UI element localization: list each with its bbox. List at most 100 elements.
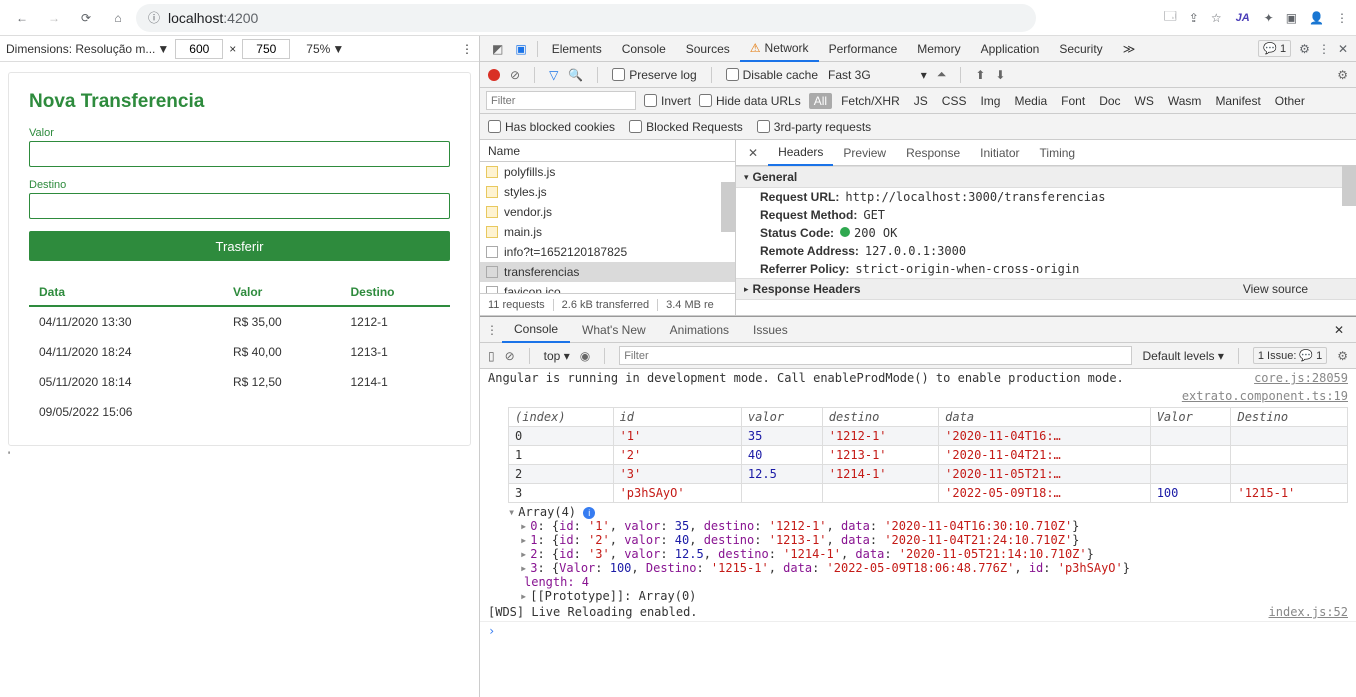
forward-button[interactable]: →: [40, 4, 68, 32]
invert-check[interactable]: Invert: [644, 94, 691, 108]
third-party-check[interactable]: 3rd-party requests: [757, 120, 871, 134]
valor-input[interactable]: [29, 141, 450, 167]
console-output[interactable]: Angular is running in development mode. …: [480, 369, 1356, 697]
home-button[interactable]: ⌂: [104, 4, 132, 32]
drawer-tab-issues[interactable]: Issues: [741, 317, 800, 343]
tab-memory[interactable]: Memory: [907, 36, 970, 62]
extensions-icon[interactable]: ✦: [1264, 11, 1274, 25]
object-expand[interactable]: 3: {Valor: 100, Destino: '1215-1', data:…: [480, 561, 1356, 575]
height-input[interactable]: [242, 39, 290, 59]
detail-scrollbar[interactable]: [1342, 166, 1356, 206]
destino-input[interactable]: [29, 193, 450, 219]
filter-doc[interactable]: Doc: [1094, 93, 1125, 109]
log-levels-select[interactable]: Default levels ▾: [1142, 349, 1223, 363]
settings-icon[interactable]: ⚙: [1299, 42, 1310, 56]
drawer-tab-what-s-new[interactable]: What's New: [570, 317, 658, 343]
search-icon[interactable]: 🔍: [568, 68, 583, 82]
filter-other[interactable]: Other: [1270, 93, 1310, 109]
filter-media[interactable]: Media: [1009, 93, 1052, 109]
tab-performance[interactable]: Performance: [819, 36, 908, 62]
console-sidebar-icon[interactable]: ▯: [488, 349, 495, 363]
hide-data-urls-check[interactable]: Hide data URLs: [699, 94, 801, 108]
request-row[interactable]: transferencias: [480, 262, 735, 282]
request-scrollbar[interactable]: [721, 182, 735, 232]
detail-tab-preview[interactable]: Preview: [833, 140, 896, 166]
source-link[interactable]: index.js:52: [1269, 605, 1348, 619]
source-link[interactable]: extrato.component.ts:19: [1182, 389, 1348, 403]
console-menu-icon[interactable]: ⋮: [486, 323, 498, 337]
tab-elements[interactable]: Elements: [542, 36, 612, 62]
view-source-link[interactable]: View source: [1243, 282, 1348, 296]
url-bar[interactable]: ⓘ localhost:4200: [136, 4, 1036, 32]
filter-css[interactable]: CSS: [937, 93, 972, 109]
object-expand[interactable]: 1: {id: '2', valor: 40, destino: '1213-1…: [480, 533, 1356, 547]
detail-tab-response[interactable]: Response: [896, 140, 970, 166]
share-icon[interactable]: ⇪: [1189, 11, 1199, 25]
object-expand[interactable]: 2: {id: '3', valor: 12.5, destino: '1214…: [480, 547, 1356, 561]
wifi-icon[interactable]: ⏶: [937, 67, 947, 82]
filter-font[interactable]: Font: [1056, 93, 1090, 109]
reload-button[interactable]: ⟳: [72, 4, 100, 32]
width-input[interactable]: [175, 39, 223, 59]
clear-icon[interactable]: ⊘: [510, 68, 520, 82]
response-headers-section[interactable]: ▸Response HeadersView source: [736, 278, 1356, 300]
filter-input[interactable]: [486, 91, 636, 110]
filter-ws[interactable]: WS: [1130, 93, 1159, 109]
zoom-select[interactable]: 75% ▼: [306, 42, 344, 56]
request-row[interactable]: favicon.ico: [480, 282, 735, 293]
detail-tab-headers[interactable]: Headers: [768, 140, 833, 166]
transfer-button[interactable]: Trasferir: [29, 231, 450, 261]
close-detail-icon[interactable]: ✕: [742, 146, 764, 160]
throttle-select[interactable]: Fast 3G: [828, 68, 871, 82]
inspect-icon[interactable]: ◩: [486, 42, 509, 56]
filter-manifest[interactable]: Manifest: [1210, 93, 1265, 109]
reading-list-icon[interactable]: ▣: [1286, 11, 1297, 25]
tab-network[interactable]: ⚠Network: [740, 36, 819, 62]
blocked-cookies-check[interactable]: Has blocked cookies: [488, 120, 615, 134]
filter-wasm[interactable]: Wasm: [1163, 93, 1207, 109]
live-expr-icon[interactable]: ◉: [580, 349, 590, 363]
filter-icon[interactable]: ▽: [549, 68, 558, 82]
throttle-caret[interactable]: ▾: [921, 68, 927, 82]
request-row[interactable]: main.js: [480, 222, 735, 242]
array-expand[interactable]: Array(4) i: [480, 505, 1356, 519]
translate-icon[interactable]: 🗔: [1164, 7, 1177, 28]
close-devtools-icon[interactable]: ✕: [1338, 42, 1348, 56]
bookmark-icon[interactable]: ☆: [1211, 11, 1222, 25]
request-row[interactable]: vendor.js: [480, 202, 735, 222]
name-column-header[interactable]: Name: [480, 140, 735, 162]
back-button[interactable]: ←: [8, 4, 36, 32]
devtools-menu-icon[interactable]: ⋮: [1318, 42, 1330, 56]
tab-console[interactable]: Console: [612, 36, 676, 62]
console-settings-icon[interactable]: ⚙: [1337, 349, 1348, 363]
site-info-icon[interactable]: ⓘ: [148, 9, 160, 26]
profile-icon[interactable]: 👤: [1309, 11, 1324, 25]
tab-application[interactable]: Application: [971, 36, 1050, 62]
menu-icon[interactable]: ⋮: [1336, 11, 1348, 25]
filter-all[interactable]: All: [809, 93, 832, 109]
preserve-log-check[interactable]: Preserve log: [612, 68, 696, 82]
device-select[interactable]: Dimensions: Resolução m... ▼: [6, 42, 169, 56]
download-icon[interactable]: ⬇: [995, 68, 1005, 82]
record-button[interactable]: [488, 69, 500, 81]
net-settings-icon[interactable]: ⚙: [1337, 68, 1348, 82]
request-row[interactable]: styles.js: [480, 182, 735, 202]
console-issues[interactable]: 1 Issue: 💬1: [1253, 347, 1327, 364]
object-expand[interactable]: 0: {id: '1', valor: 35, destino: '1212-1…: [480, 519, 1356, 533]
filter-fetch-xhr[interactable]: Fetch/XHR: [836, 93, 905, 109]
detail-tab-timing[interactable]: Timing: [1030, 140, 1086, 166]
tab-security[interactable]: Security: [1049, 36, 1112, 62]
issues-indicator[interactable]: 💬1: [1258, 40, 1291, 57]
console-clear-icon[interactable]: ⊘: [505, 349, 515, 363]
filter-js[interactable]: JS: [909, 93, 933, 109]
drawer-tab-console[interactable]: Console: [502, 317, 570, 343]
blocked-requests-check[interactable]: Blocked Requests: [629, 120, 743, 134]
upload-icon[interactable]: ⬆: [975, 68, 985, 82]
detail-tab-initiator[interactable]: Initiator: [970, 140, 1029, 166]
drawer-tab-animations[interactable]: Animations: [658, 317, 741, 343]
console-prompt[interactable]: ›: [480, 621, 1356, 640]
tab-sources[interactable]: Sources: [676, 36, 740, 62]
context-select[interactable]: top ▾: [544, 349, 570, 363]
close-drawer-icon[interactable]: ✕: [1328, 323, 1350, 337]
prototype-expand[interactable]: [[Prototype]]: Array(0): [480, 589, 1356, 603]
